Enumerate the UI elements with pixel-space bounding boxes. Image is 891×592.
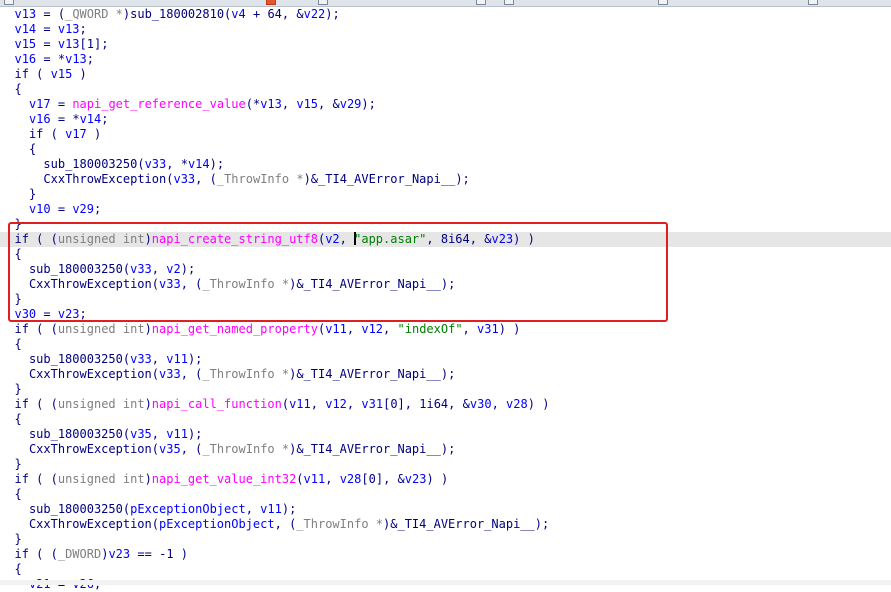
code-line[interactable]: sub_180003250(pExceptionObject, v11); <box>0 502 891 517</box>
code-line[interactable]: if ( v15 ) <box>0 67 891 82</box>
close-icon[interactable] <box>266 0 276 5</box>
code-line[interactable]: sub_180003250(v33, v11); <box>0 352 891 367</box>
tab-structures[interactable] <box>656 0 736 6</box>
code-line[interactable]: } <box>0 457 891 472</box>
hex-icon <box>476 0 486 5</box>
code-line[interactable]: { <box>0 82 891 97</box>
code-line[interactable]: CxxThrowException(v33, (_ThrowInfo *)&_T… <box>0 367 891 382</box>
tab-bar <box>0 0 891 7</box>
code-line[interactable]: } <box>0 292 891 307</box>
code-line[interactable]: v15 = v13[1]; <box>0 37 891 52</box>
code-line[interactable]: sub_180003250(v33, v2); <box>0 262 891 277</box>
code-line[interactable]: v30 = v23; <box>0 307 891 322</box>
code-line[interactable]: { <box>0 412 891 427</box>
tab-ida-view[interactable] <box>0 0 60 6</box>
code-line[interactable]: CxxThrowException(pExceptionObject, (_Th… <box>0 517 891 532</box>
code-line[interactable]: sub_180003250(v35, v11); <box>0 427 891 442</box>
code-line[interactable]: v16 = *v14; <box>0 112 891 127</box>
code-line[interactable]: { <box>0 337 891 352</box>
code-line[interactable]: CxxThrowException(v33, (_ThrowInfo *)&_T… <box>0 277 891 292</box>
tab-hex[interactable] <box>472 0 492 6</box>
code-line[interactable]: { <box>0 487 891 502</box>
code-line[interactable]: if ( (_DWORD)v23 == -1 ) <box>0 547 891 562</box>
code-line[interactable]: } <box>0 532 891 547</box>
enums-icon <box>808 0 818 5</box>
code-line[interactable]: sub_180003250(v33, *v14); <box>0 157 891 172</box>
strings-icon <box>318 0 328 5</box>
code-line[interactable]: } <box>0 382 891 397</box>
code-line[interactable]: if ( v17 ) <box>0 127 891 142</box>
code-line[interactable]: } <box>0 187 891 202</box>
code-line[interactable]: if ( (unsigned int)napi_create_string_ut… <box>0 232 891 247</box>
code-line[interactable]: if ( (unsigned int)napi_call_function(v1… <box>0 397 891 412</box>
disassembly-icon <box>4 0 14 5</box>
code-line[interactable]: { <box>0 142 891 157</box>
code-line[interactable]: v17 = napi_get_reference_value(*v13, v15… <box>0 97 891 112</box>
code-line[interactable]: v10 = v29; <box>0 202 891 217</box>
hex-view-icon <box>504 0 514 5</box>
tab-close[interactable] <box>264 0 280 6</box>
horizontal-scrollbar[interactable] <box>0 580 891 585</box>
code-line[interactable]: v16 = *v13; <box>0 52 891 67</box>
code-line[interactable]: if ( (unsigned int)napi_get_named_proper… <box>0 322 891 337</box>
code-line[interactable]: } <box>0 217 891 232</box>
code-line[interactable]: if ( (unsigned int)napi_get_value_int32(… <box>0 472 891 487</box>
code-line[interactable]: { <box>0 562 891 577</box>
structures-icon <box>658 0 668 5</box>
code-line[interactable]: { <box>0 247 891 262</box>
tab-strings-window[interactable] <box>316 0 396 6</box>
tab-hex-view[interactable] <box>502 0 582 6</box>
tab-enums[interactable] <box>806 0 886 6</box>
code-line[interactable]: v14 = v13; <box>0 22 891 37</box>
code-line[interactable]: v13 = (_QWORD *)sub_180002810(v4 + 64, &… <box>0 7 891 22</box>
code-line[interactable]: CxxThrowException(v35, (_ThrowInfo *)&_T… <box>0 442 891 457</box>
code-line[interactable]: CxxThrowException(v33, (_ThrowInfo *)&_T… <box>0 172 891 187</box>
